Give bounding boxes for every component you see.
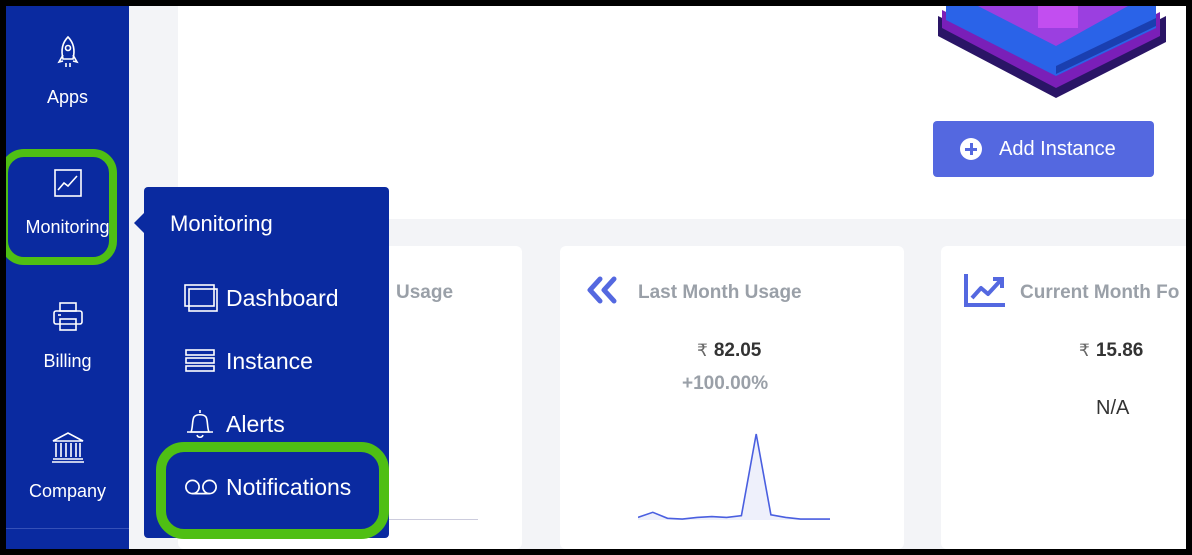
plus-circle-icon bbox=[960, 138, 982, 160]
sparkline-area bbox=[638, 434, 830, 520]
app-frame: Apps Monitoring Billing Company Add Inst… bbox=[6, 6, 1186, 549]
sparkline-line bbox=[638, 433, 830, 520]
menu-item-alerts[interactable]: Alerts bbox=[184, 407, 285, 441]
flyout-title: Monitoring bbox=[170, 211, 273, 236]
amount-value: 15.86 bbox=[1095, 340, 1144, 361]
forecast-status: N/A bbox=[1096, 397, 1130, 419]
currency-symbol: ₹ bbox=[697, 341, 708, 360]
monitoring-highlight-ring bbox=[6, 149, 117, 265]
usage-sparkline bbox=[638, 433, 830, 520]
card-title: Last Month Usage bbox=[638, 282, 802, 303]
card-amount: ₹82.05 bbox=[697, 340, 761, 362]
double-chevron-left-icon bbox=[587, 276, 617, 304]
server-illustration bbox=[938, 6, 1166, 98]
sidebar-item-label: Company bbox=[28, 481, 107, 501]
card-title: Current Month Fo bbox=[1020, 282, 1180, 303]
sidebar-item-label: Apps bbox=[46, 87, 89, 107]
chart-baseline bbox=[388, 519, 478, 520]
sidebar-item-billing[interactable]: Billing bbox=[6, 266, 129, 376]
add-instance-button[interactable]: Add Instance bbox=[933, 121, 1154, 177]
last-month-usage-card: Last Month Usage ₹82.05 +100.00% bbox=[560, 246, 904, 549]
bell-icon bbox=[184, 409, 218, 439]
menu-item-instance[interactable]: Instance bbox=[184, 344, 313, 378]
notifications-highlight-ring bbox=[156, 442, 389, 539]
sidebar-divider bbox=[6, 528, 129, 529]
menu-item-label: Dashboard bbox=[226, 284, 339, 311]
printer-icon bbox=[51, 300, 85, 334]
trending-up-icon bbox=[964, 274, 1005, 307]
change-percent: +100.00% bbox=[682, 373, 769, 394]
list-icon bbox=[184, 346, 218, 376]
dashboard-icon bbox=[184, 283, 218, 313]
sidebar-item-label: Billing bbox=[43, 351, 92, 371]
rocket-icon bbox=[51, 35, 85, 70]
bank-icon bbox=[51, 430, 85, 464]
forecast-card: Current Month Fo ₹15.86 N/A bbox=[941, 246, 1186, 549]
currency-symbol: ₹ bbox=[1079, 341, 1090, 360]
menu-item-label: Alerts bbox=[226, 410, 285, 437]
card-amount: ₹15.86 bbox=[1079, 340, 1143, 362]
sidebar: Apps Monitoring Billing Company bbox=[6, 6, 129, 549]
sidebar-item-company[interactable]: Company bbox=[6, 396, 129, 506]
amount-value: 82.05 bbox=[713, 340, 762, 361]
add-instance-label: Add Instance bbox=[999, 137, 1116, 160]
card-title: Usage bbox=[396, 282, 454, 303]
menu-item-label: Instance bbox=[226, 347, 313, 374]
menu-item-dashboard[interactable]: Dashboard bbox=[184, 281, 339, 315]
sidebar-item-apps[interactable]: Apps bbox=[6, 6, 129, 116]
